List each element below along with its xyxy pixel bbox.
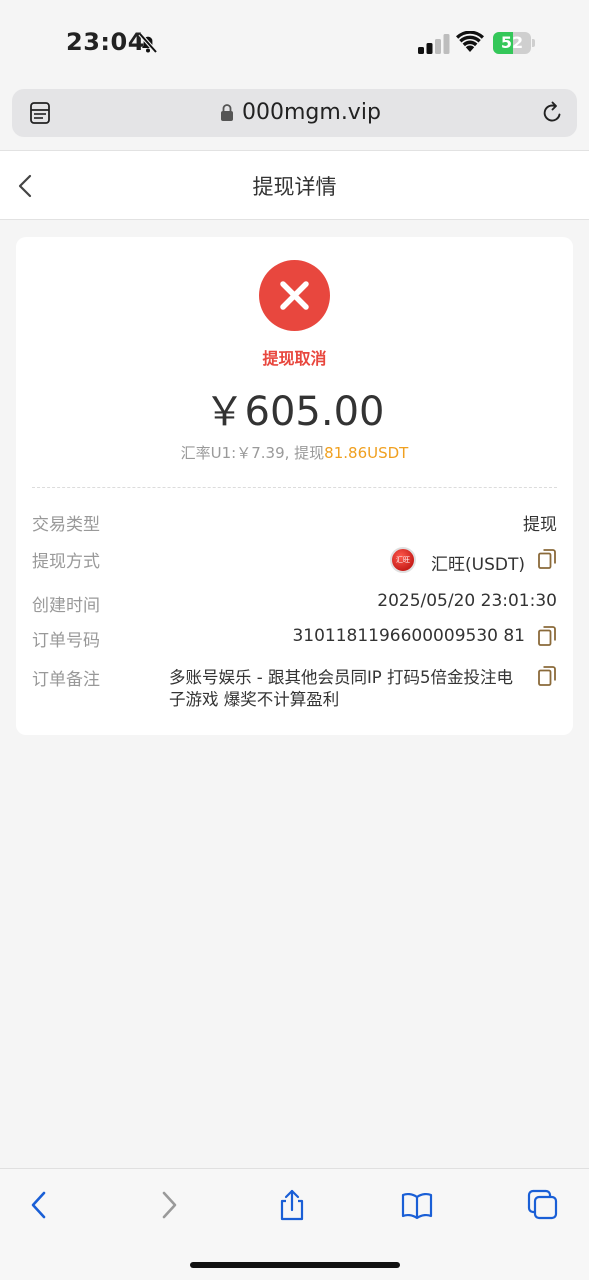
page: 23:04 52 000mgm.vip 提现详情 提现取消 ￥605.00 汇率… (0, 0, 589, 1280)
logo-text: 汇旺 (396, 556, 410, 564)
lock-icon (221, 104, 233, 121)
signal-icon (418, 34, 450, 54)
method-value: 汇旺(USDT) (431, 555, 525, 575)
reader-mode-icon[interactable] (28, 101, 52, 125)
battery-charging-icon: 52 (493, 32, 535, 54)
url-text[interactable]: 000mgm.vip (242, 100, 381, 125)
note-value: 多账号娱乐 - 跟其他会员同IP 打码5倍金投注电子游戏 爆奖不计算盈利 (169, 668, 514, 709)
type-label: 交易类型 (32, 515, 100, 535)
status-label: 提现取消 (262, 349, 327, 368)
status-time: 23:04 (66, 28, 145, 56)
share-icon[interactable] (276, 1189, 308, 1221)
huiwang-logo: 汇旺 (390, 547, 416, 573)
type-value: 提现 (523, 515, 557, 535)
copy-icon[interactable] (538, 666, 556, 686)
copy-icon[interactable] (538, 626, 556, 646)
created-label: 创建时间 (32, 596, 100, 616)
usdt-amount: 81.86USDT (324, 444, 409, 462)
home-indicator (190, 1262, 400, 1268)
x-icon (259, 260, 330, 331)
rate-text: 汇率U1:￥7.39, 提现 (180, 444, 325, 462)
reload-icon[interactable] (540, 101, 564, 125)
nav-bar: 提现详情 (0, 150, 589, 220)
exchange-rate: 汇率U1:￥7.39, 提现81.86USDT (16, 442, 573, 463)
order-no-value: 3101181196600009530 81 (292, 626, 525, 646)
created-value: 2025/05/20 23:01:30 (377, 591, 557, 611)
browser-back-icon[interactable] (24, 1189, 56, 1221)
battery-percent: 52 (500, 33, 524, 52)
page-title: 提现详情 (252, 175, 337, 199)
copy-icon[interactable] (538, 549, 556, 569)
order-no-label: 订单号码 (32, 631, 100, 651)
bookmarks-icon[interactable] (401, 1189, 433, 1221)
browser-forward-icon[interactable] (152, 1189, 184, 1221)
method-label: 提现方式 (32, 552, 100, 572)
dashed-divider (32, 487, 557, 488)
bell-slash-icon (138, 32, 158, 54)
note-label: 订单备注 (32, 670, 100, 690)
amount: ￥605.00 (204, 389, 385, 435)
status-bar: 23:04 52 (0, 0, 589, 86)
tabs-icon[interactable] (527, 1189, 559, 1221)
wifi-icon (456, 31, 484, 52)
withdrawal-detail-card: 提现取消 ￥605.00 汇率U1:￥7.39, 提现81.86USDT 交易类… (16, 237, 573, 735)
address-bar[interactable]: 000mgm.vip (12, 89, 577, 137)
